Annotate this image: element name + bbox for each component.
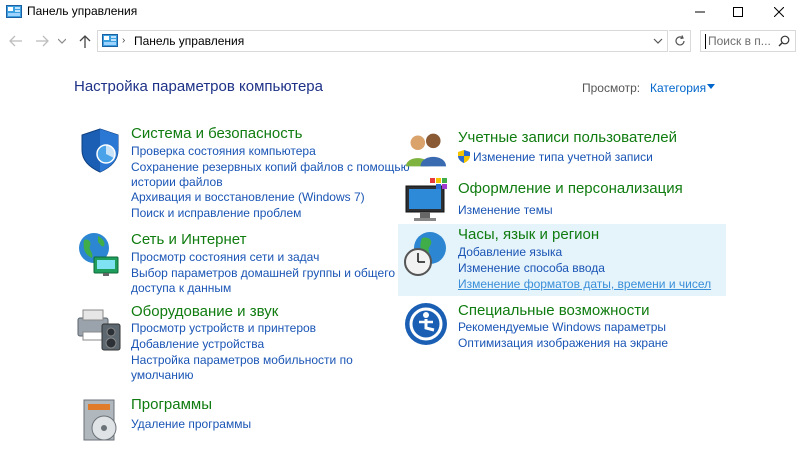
navigation-bar: › Панель управления Поиск в п...: [0, 28, 800, 54]
caret-down-icon[interactable]: [707, 84, 715, 90]
category-title[interactable]: Учетные записи пользователей: [458, 129, 677, 146]
category-title[interactable]: Часы, язык и регион: [458, 226, 599, 243]
link-file-history-backup-cont[interactable]: истории файлов: [131, 175, 223, 190]
category-system-security: Система и безопасность Проверка состояни…: [74, 124, 410, 224]
link-recommended-settings[interactable]: Рекомендуемые Windows параметры: [458, 320, 666, 335]
link-troubleshoot[interactable]: Поиск и исправление проблем: [131, 206, 301, 221]
maximize-icon: [733, 7, 743, 17]
close-icon: [774, 7, 784, 17]
page-title: Настройка параметров компьютера: [74, 78, 323, 95]
breadcrumb-control-panel[interactable]: Панель управления: [134, 34, 244, 48]
back-button[interactable]: [7, 31, 25, 51]
link-file-history-backup[interactable]: Сохранение резервных копий файлов с помо…: [131, 160, 410, 175]
link-check-computer-status[interactable]: Проверка состояния компьютера: [131, 144, 316, 159]
view-by-dropdown[interactable]: Категория: [650, 81, 706, 95]
search-input[interactable]: Поиск в п...: [700, 30, 796, 52]
breadcrumb-separator-icon[interactable]: ›: [122, 35, 125, 46]
link-change-account-type[interactable]: Изменение типа учетной записи: [458, 150, 653, 165]
title-bar: Панель управления: [0, 0, 800, 24]
view-by-label: Просмотр:: [582, 81, 641, 95]
link-add-device[interactable]: Добавление устройства: [131, 337, 264, 352]
chevron-down-icon: [58, 38, 66, 44]
recent-locations-button[interactable]: [56, 31, 68, 51]
control-panel-icon: [102, 34, 118, 47]
link-homegroup-sharing-cont[interactable]: доступа к данным: [131, 281, 231, 296]
link-change-input-method[interactable]: Изменение способа ввода: [458, 261, 605, 276]
link-devices-printers[interactable]: Просмотр устройств и принтеров: [131, 321, 316, 336]
link-optimize-display[interactable]: Оптимизация изображения на экране: [458, 336, 668, 351]
category-user-accounts: Учетные записи пользователей Изменение т…: [402, 128, 722, 172]
arrow-right-icon: [36, 35, 49, 47]
network-globe-icon: [79, 233, 119, 276]
users-icon: [406, 133, 446, 167]
link-change-date-time-formats[interactable]: Изменение форматов даты, времени и чисел: [458, 277, 711, 292]
category-ease-of-access: Специальные возможности Рекомендуемые Wi…: [402, 300, 722, 350]
link-change-theme[interactable]: Изменение темы: [458, 203, 553, 218]
search-placeholder: Поиск в п...: [708, 34, 770, 48]
address-bar[interactable]: › Панель управления: [97, 30, 668, 52]
category-title[interactable]: Система и безопасность: [131, 125, 302, 142]
window-title: Панель управления: [27, 4, 138, 18]
category-title[interactable]: Оформление и персонализация: [458, 180, 683, 197]
maximize-button[interactable]: [715, 0, 761, 24]
link-homegroup-sharing[interactable]: Выбор параметров домашней группы и общег…: [131, 266, 395, 281]
link-mobility-settings-cont[interactable]: умолчанию: [131, 368, 194, 383]
link-network-status[interactable]: Просмотр состояния сети и задач: [131, 250, 319, 265]
link-uninstall-program[interactable]: Удаление программы: [131, 417, 251, 432]
monitor-palette-icon: [405, 178, 447, 221]
uac-shield-icon: [458, 150, 470, 163]
shield-icon: [81, 128, 119, 173]
category-title[interactable]: Сеть и Интернет: [131, 231, 247, 248]
category-clock-language-region[interactable]: Часы, язык и регион Добавление языка Изм…: [398, 224, 726, 296]
text-caret: [705, 34, 706, 49]
arrow-up-icon: [79, 35, 91, 48]
category-title[interactable]: Оборудование и звук: [131, 303, 278, 320]
programs-disc-icon: [83, 399, 117, 441]
control-panel-icon: [6, 5, 22, 18]
arrow-left-icon: [9, 35, 22, 47]
link-label: Изменение типа учетной записи: [473, 150, 653, 164]
link-backup-restore[interactable]: Архивация и восстановление (Windows 7): [131, 190, 365, 205]
category-title[interactable]: Программы: [131, 396, 212, 413]
category-appearance: Оформление и персонализация Изменение те…: [402, 176, 722, 224]
close-button[interactable]: [756, 0, 800, 24]
refresh-button[interactable]: [669, 30, 691, 52]
printer-speaker-icon: [77, 309, 121, 351]
accessibility-icon: [405, 303, 447, 345]
search-icon[interactable]: [778, 35, 790, 47]
category-title[interactable]: Специальные возможности: [458, 302, 650, 319]
category-network-internet: Сеть и Интернет Просмотр состояния сети …: [74, 230, 395, 296]
category-programs: Программы Удаление программы: [74, 396, 394, 444]
chevron-down-icon[interactable]: [653, 36, 663, 46]
minimize-icon: [695, 11, 705, 13]
link-mobility-settings[interactable]: Настройка параметров мобильности по: [131, 353, 353, 368]
forward-button[interactable]: [33, 31, 51, 51]
link-add-language[interactable]: Добавление языка: [458, 245, 562, 260]
refresh-icon: [674, 35, 685, 46]
clock-globe-icon: [404, 232, 446, 276]
up-button[interactable]: [76, 31, 94, 51]
category-hardware-sound: Оборудование и звук Просмотр устройств и…: [74, 302, 394, 382]
